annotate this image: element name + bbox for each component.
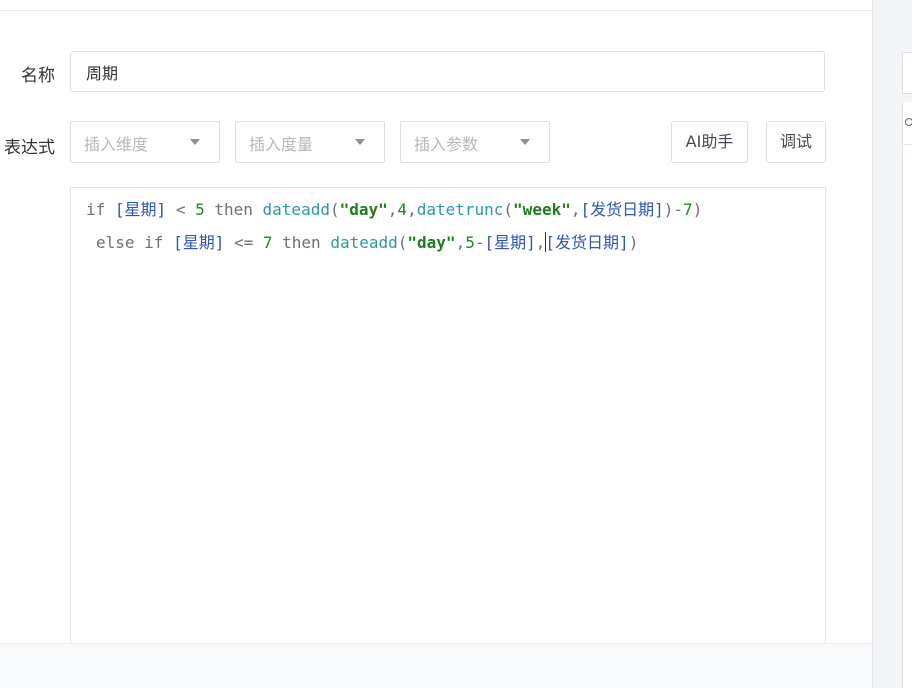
code-line-1: if [星期] < 5 then dateadd("day",4,datetru… <box>86 199 702 221</box>
top-divider <box>0 10 872 11</box>
code-token: [星期] <box>173 233 225 252</box>
name-label: 名称 <box>21 66 55 86</box>
code-token: "day" <box>407 233 456 252</box>
insert-measure-select[interactable]: 插入度量 <box>235 121 385 163</box>
insert-parameter-placeholder: 插入参数 <box>414 135 479 154</box>
code-token: [星期] <box>484 233 536 252</box>
code-token: 5 <box>465 233 475 252</box>
insert-dimension-placeholder: 插入维度 <box>84 135 149 154</box>
code-token: , <box>455 233 466 252</box>
bottom-panel <box>0 643 872 688</box>
code-token: then <box>272 233 331 252</box>
code-token: <= <box>224 233 263 252</box>
chevron-down-icon <box>190 139 200 145</box>
code-token: dateadd <box>262 200 330 219</box>
code-token: , <box>387 200 398 219</box>
code-token: 7 <box>262 233 273 252</box>
formula-editor-page: 名称 表达式 插入维度 插入度量 插入参数 AI助手 调试 if [星期] < … <box>0 0 912 688</box>
right-panel-list <box>902 102 912 688</box>
code-token: - <box>673 200 684 219</box>
code-token: , <box>535 233 546 252</box>
chevron-down-icon <box>520 139 530 145</box>
insert-parameter-select[interactable]: 插入参数 <box>400 121 550 163</box>
code-token: else if <box>96 233 174 252</box>
ai-assistant-button[interactable]: AI助手 <box>671 121 748 163</box>
code-token: , <box>407 200 417 219</box>
code-line-2: else if [星期] <= 7 then dateadd("day",5-[… <box>96 232 638 254</box>
code-token: datetrunc <box>416 200 504 219</box>
code-token: ) <box>663 200 674 219</box>
insert-measure-placeholder: 插入度量 <box>249 135 314 154</box>
search-icon <box>905 118 912 126</box>
code-token: ) <box>692 200 703 219</box>
code-token: 4 <box>397 200 408 219</box>
code-token: "week" <box>513 200 571 219</box>
name-input[interactable] <box>70 51 825 92</box>
code-token: ) <box>628 233 639 252</box>
code-token: if <box>86 200 115 219</box>
code-token: ( <box>329 200 340 219</box>
code-token: [发货日期] <box>545 233 629 252</box>
code-token: 5 <box>195 200 205 219</box>
code-token: 7 <box>683 200 693 219</box>
code-token: ( <box>503 200 514 219</box>
code-token: [星期] <box>114 200 167 219</box>
code-token: < <box>166 200 196 219</box>
code-token: ( <box>397 233 408 252</box>
code-token: then <box>204 200 263 219</box>
insert-dimension-select[interactable]: 插入维度 <box>70 121 220 163</box>
code-token: [发货日期] <box>580 200 664 219</box>
chevron-down-icon <box>355 139 365 145</box>
right-panel-input[interactable] <box>902 52 912 94</box>
code-token: dateadd <box>330 233 398 252</box>
expression-label: 表达式 <box>4 138 55 158</box>
debug-button[interactable]: 调试 <box>766 121 826 163</box>
expression-editor[interactable]: if [星期] < 5 then dateadd("day",4,datetru… <box>70 187 826 688</box>
code-token: "day" <box>339 200 388 219</box>
